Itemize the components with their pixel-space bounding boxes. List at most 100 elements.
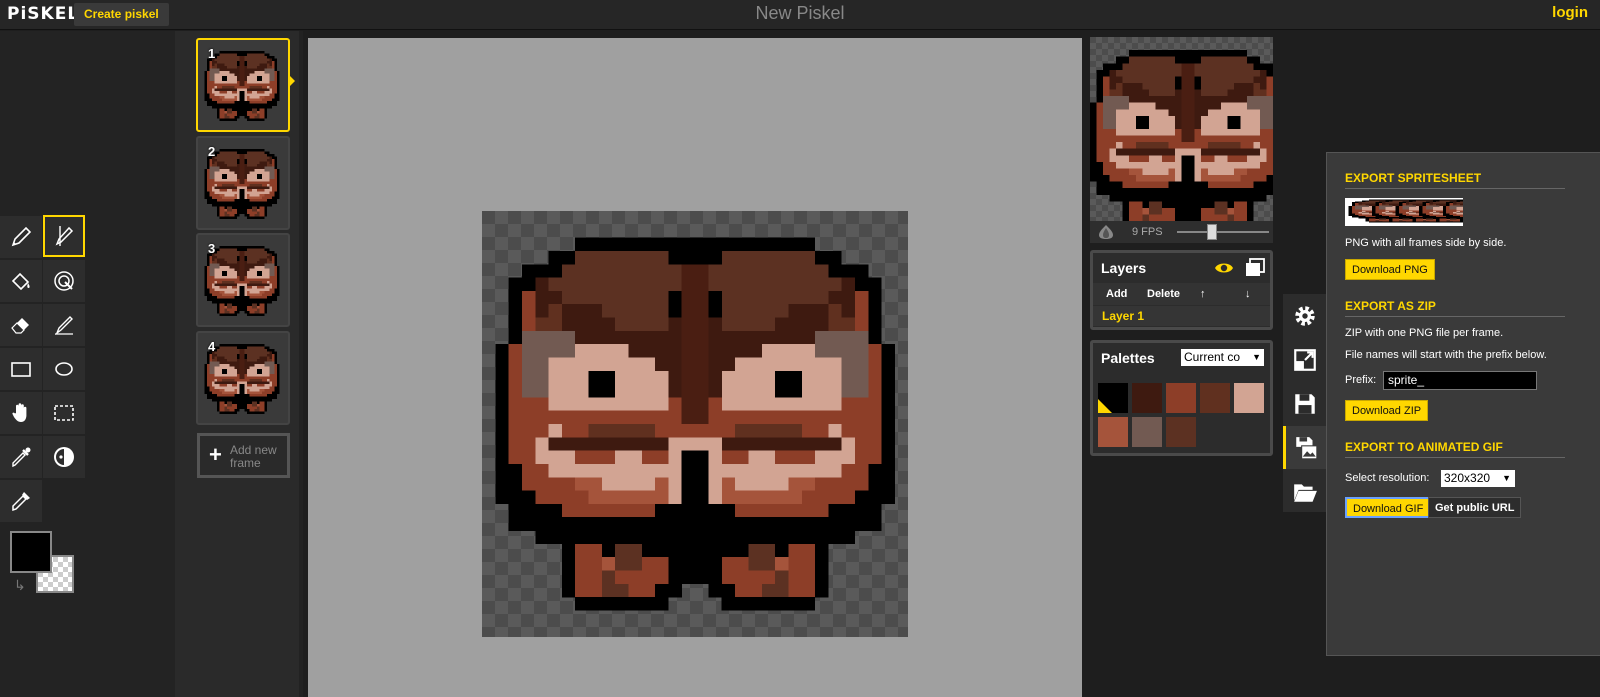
frame-number: 1 <box>208 46 216 61</box>
zip-description: ZIP with one PNG file per frame. <box>1345 327 1504 339</box>
palette-swatch[interactable] <box>1132 383 1162 413</box>
bucket-icon <box>11 272 30 291</box>
export-icon <box>1296 436 1318 459</box>
pencil-icon <box>11 226 32 247</box>
add-layer-button[interactable]: Add <box>1106 288 1127 300</box>
dropdown-arrow-icon: ▼ <box>1502 473 1511 483</box>
save-tab[interactable] <box>1283 382 1326 425</box>
top-bar: PiSKEL Create piskel New Piskel login <box>0 0 1600 30</box>
prefix-input[interactable]: sprite_ <box>1383 371 1537 390</box>
frame-thumbnail[interactable]: 2 <box>196 136 290 230</box>
swap-colors-icon[interactable]: ↳ <box>14 577 30 593</box>
download-png-button[interactable]: Download PNG <box>1345 259 1435 280</box>
open-folder-icon <box>1293 483 1317 502</box>
login-link[interactable]: login <box>1552 4 1588 21</box>
divider <box>1345 188 1565 189</box>
lighten-tool[interactable] <box>0 436 42 478</box>
eraser-icon <box>11 318 29 334</box>
palette-swatch[interactable] <box>1166 417 1196 447</box>
divider <box>1345 457 1565 458</box>
frame-thumbnail[interactable]: 4 <box>196 331 290 425</box>
export-panel: EXPORT SPRITESHEET PNG with all frames s… <box>1326 152 1600 656</box>
dropper-icon <box>12 447 31 468</box>
get-public-url-button[interactable]: Get public URL <box>1428 497 1522 518</box>
frame-thumbnail[interactable]: 1 <box>196 38 290 132</box>
fps-slider-handle[interactable] <box>1206 224 1217 240</box>
add-frame-label: Add new frame <box>230 444 277 470</box>
download-zip-button[interactable]: Download ZIP <box>1345 400 1429 421</box>
layers-icon[interactable] <box>1244 258 1266 278</box>
export-gif-heading: EXPORT TO ANIMATED GIF <box>1345 440 1503 454</box>
delete-layer-button[interactable]: Delete <box>1147 288 1180 300</box>
pen-tool[interactable] <box>0 216 42 258</box>
eye-icon[interactable] <box>1214 260 1234 276</box>
onion-skin-icon[interactable] <box>1097 224 1115 240</box>
export-tab[interactable] <box>1283 426 1326 469</box>
line-icon <box>55 316 73 336</box>
divider <box>1345 316 1565 317</box>
settings-tabs <box>1283 294 1326 512</box>
move-layer-down-button[interactable]: ↓ <box>1245 288 1251 300</box>
page-title: New Piskel <box>755 3 845 23</box>
fps-slider[interactable] <box>1177 231 1269 233</box>
palette-swatch[interactable] <box>1098 417 1128 447</box>
mirror-pen-icon <box>55 226 74 246</box>
layers-panel: Layers Add Delete ↑ ↓ Layer 1 <box>1090 250 1273 330</box>
export-zip-heading: EXPORT AS ZIP <box>1345 299 1436 313</box>
prefix-label: Prefix: <box>1345 374 1377 386</box>
palette-swatch[interactable] <box>1234 383 1264 413</box>
right-panels: 9 FPS Layers Add Delete ↑ ↓ Layer 1 Pale… <box>1089 31 1279 697</box>
frames-list: 1 2 3 4 + Add new frame <box>175 31 303 697</box>
layer-item[interactable]: Layer 1 <box>1093 306 1270 326</box>
paint-all-same-color-tool[interactable] <box>43 260 85 302</box>
settings-tab[interactable] <box>1283 294 1326 337</box>
circle-tool[interactable] <box>43 348 85 390</box>
paint-bucket-tool[interactable] <box>0 260 42 302</box>
selected-frame-indicator <box>288 74 295 88</box>
rectangle-icon <box>11 362 31 377</box>
open-tab[interactable] <box>1283 470 1326 513</box>
frame-number: 4 <box>208 339 216 354</box>
rectangle-select-tool[interactable] <box>43 392 85 434</box>
resize-icon <box>1293 348 1316 371</box>
spritesheet-preview <box>1345 198 1463 226</box>
frame-thumbnail[interactable]: 3 <box>196 233 290 327</box>
dashed-rect-icon <box>54 405 74 421</box>
layer-actions: Add Delete ↑ ↓ <box>1093 283 1270 305</box>
palette-swatch[interactable] <box>1132 417 1162 447</box>
color-picker-tool[interactable] <box>0 480 42 522</box>
palette-swatch[interactable] <box>1098 383 1128 413</box>
drawing-canvas[interactable] <box>482 211 908 637</box>
move-tool[interactable] <box>0 392 42 434</box>
palette-swatch[interactable] <box>1200 383 1230 413</box>
vertical-mirror-pen-tool[interactable] <box>43 215 85 257</box>
sprite-canvas[interactable] <box>482 211 908 637</box>
save-icon <box>1294 393 1315 414</box>
add-frame-label-line1: Add new <box>230 443 277 457</box>
dither-icon <box>54 447 74 467</box>
add-frame-button[interactable]: + Add new frame <box>197 433 290 478</box>
fps-label: 9 FPS <box>1132 226 1163 238</box>
export-spritesheet-heading: EXPORT SPRITESHEET <box>1345 171 1482 185</box>
primary-color-swatch[interactable] <box>10 531 52 573</box>
download-gif-button[interactable]: Download GIF <box>1345 497 1432 518</box>
selected-color-marker <box>1098 399 1112 413</box>
animation-preview[interactable] <box>1090 37 1273 221</box>
stroke-tool[interactable] <box>43 304 85 346</box>
dithering-tool[interactable] <box>43 436 85 478</box>
rectangle-tool[interactable] <box>0 348 42 390</box>
swirl-bucket-icon <box>54 271 74 291</box>
move-layer-up-button[interactable]: ↑ <box>1200 288 1206 300</box>
eraser-tool[interactable] <box>0 304 42 346</box>
frame-number: 2 <box>208 144 216 159</box>
palette-swatch[interactable] <box>1166 383 1196 413</box>
plus-icon: + <box>209 442 222 467</box>
spritesheet-description: PNG with all frames side by side. <box>1345 237 1507 249</box>
eyedropper-icon <box>12 492 30 512</box>
hand-icon <box>12 403 27 422</box>
resolution-select[interactable]: 320x320 ▼ <box>1441 470 1515 487</box>
resize-tab[interactable] <box>1283 338 1326 381</box>
drawing-canvas-area[interactable] <box>308 38 1082 697</box>
zip-prefix-description: File names will start with the prefix be… <box>1345 349 1547 361</box>
palette-select[interactable]: Current co ▼ <box>1181 349 1264 366</box>
